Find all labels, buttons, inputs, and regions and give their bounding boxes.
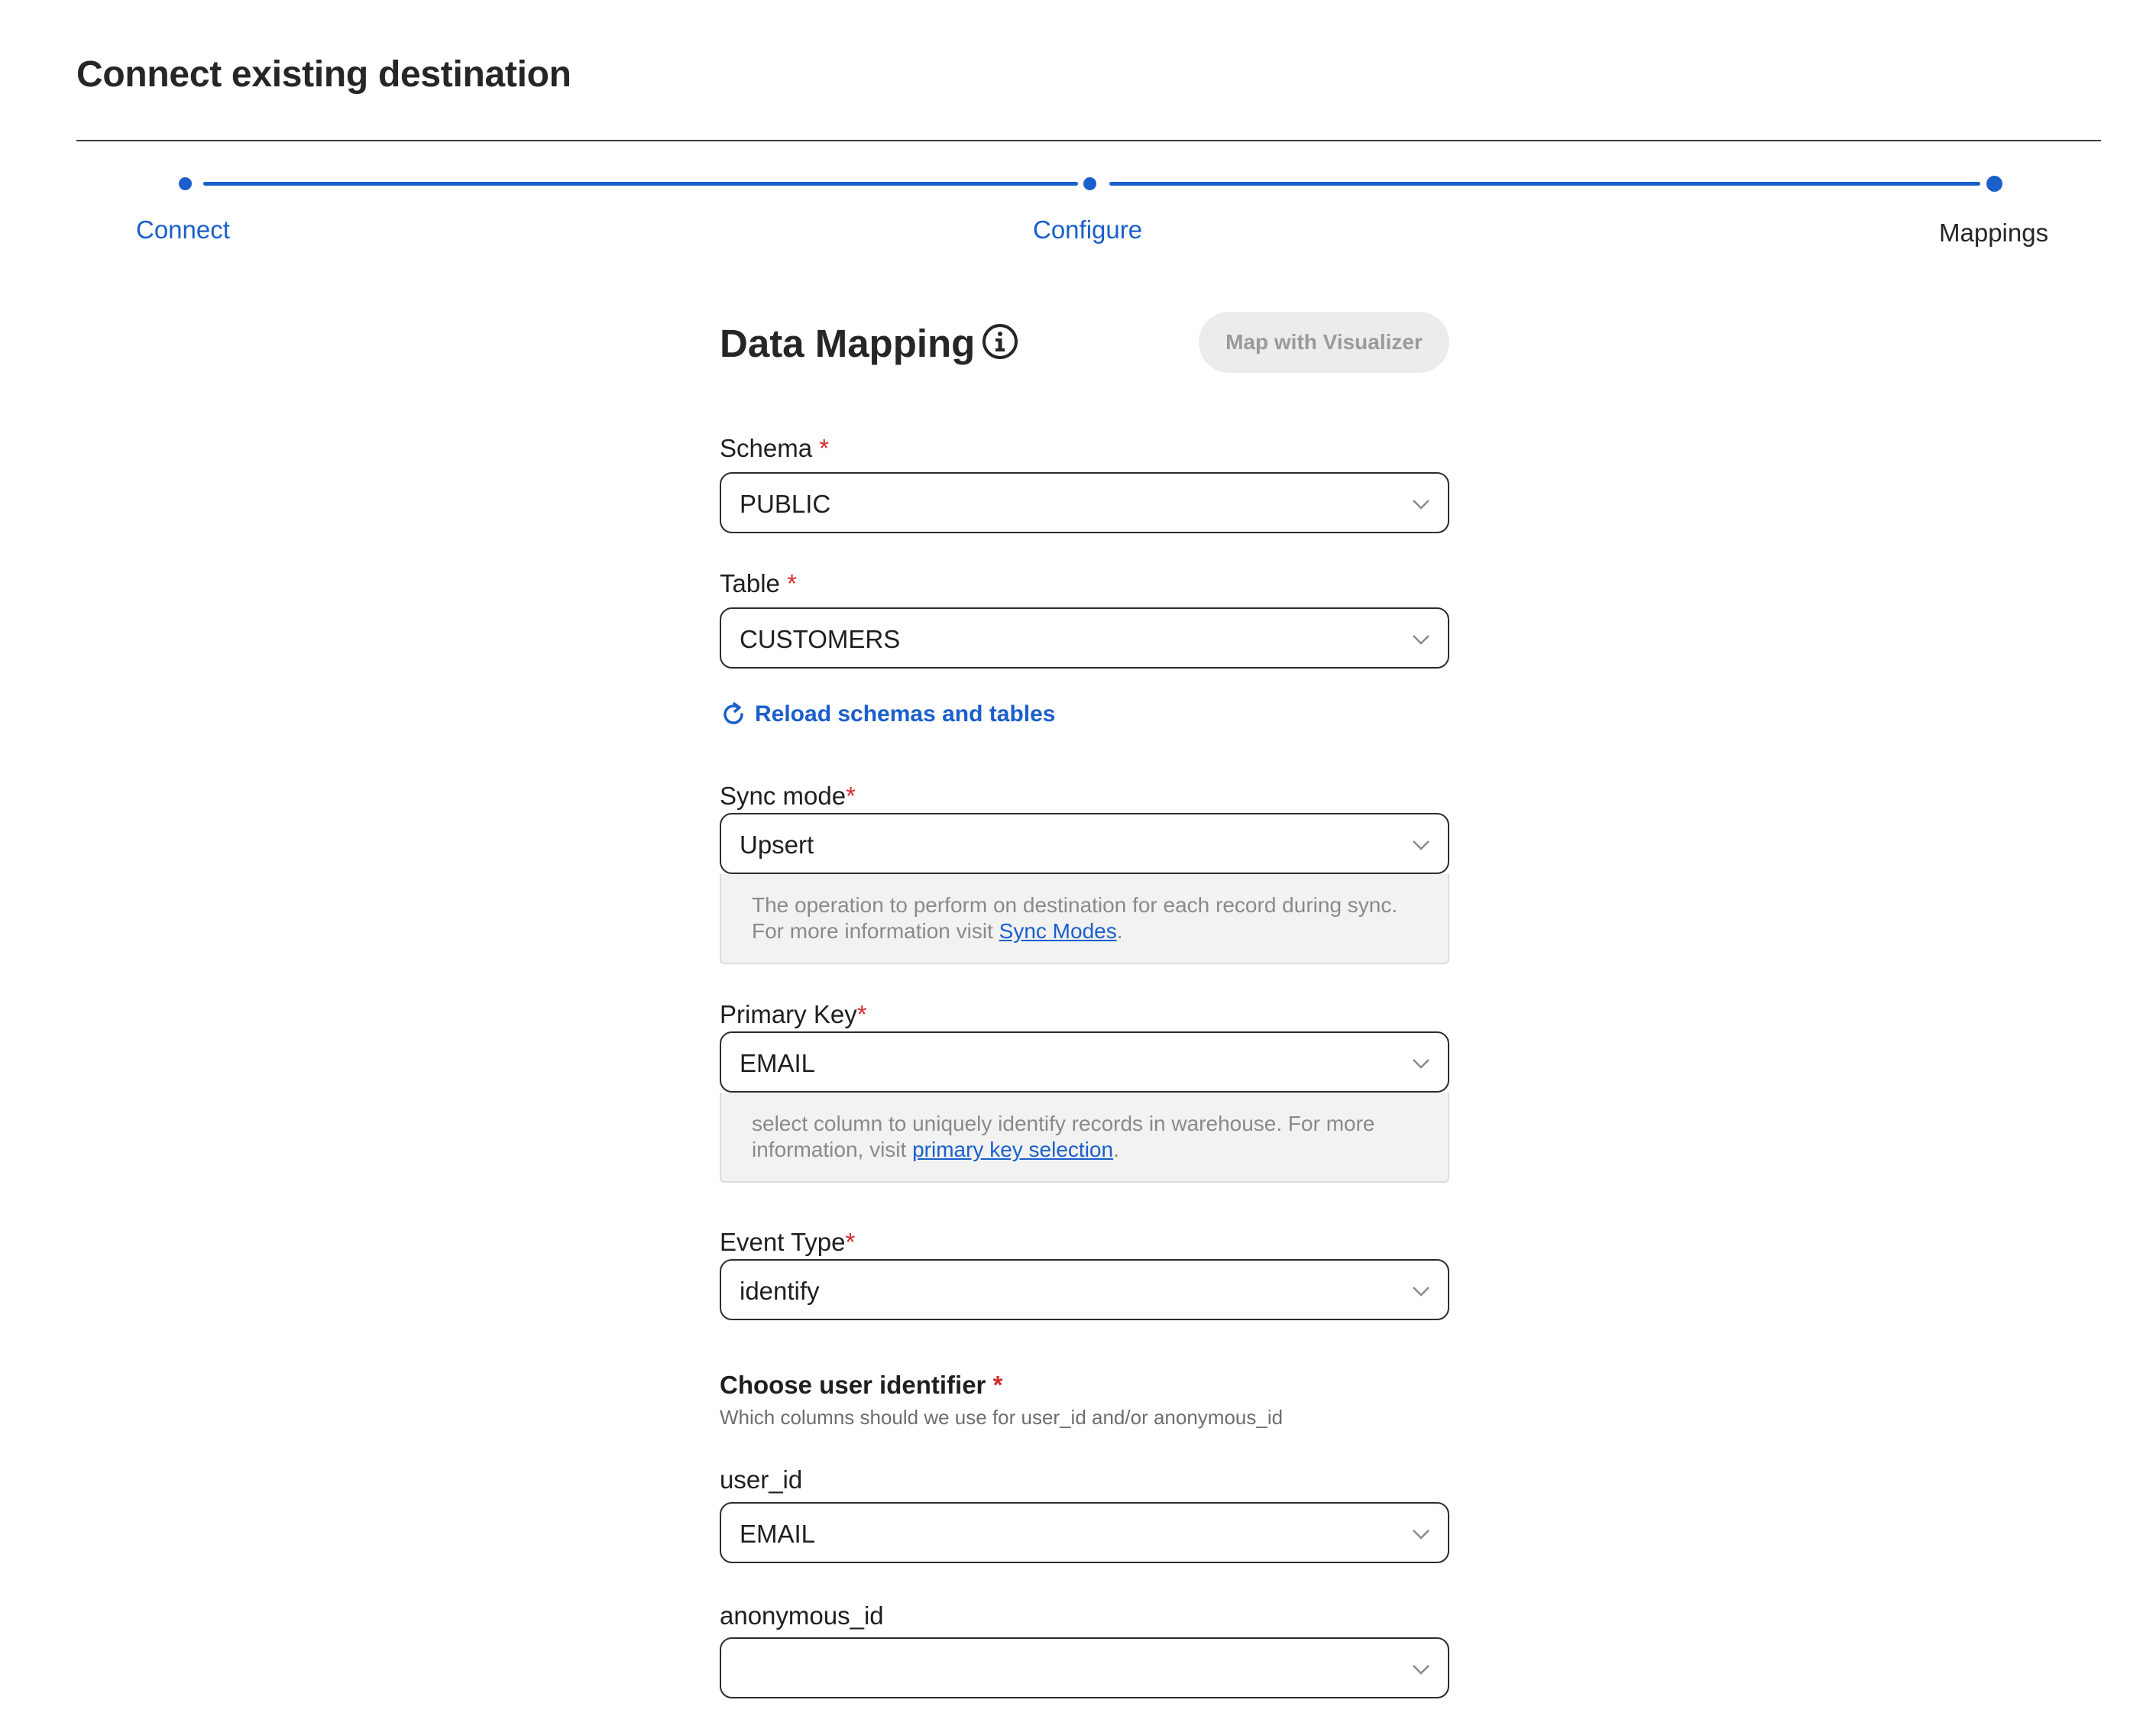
required-mark: *	[787, 569, 797, 597]
sync-mode-helper: The operation to perform on destination …	[720, 874, 1449, 964]
anonymous-id-select[interactable]	[720, 1637, 1449, 1698]
step-label-connect[interactable]: Connect	[136, 215, 230, 244]
user-id-label: user_id	[720, 1465, 803, 1494]
required-mark: *	[819, 434, 830, 462]
reload-schemas-button[interactable]: Reload schemas and tables	[720, 699, 1056, 730]
schema-label: Schema *	[720, 434, 830, 462]
primary-key-helper: select column to uniquely identify recor…	[720, 1093, 1449, 1183]
primary-key-label: Primary Key*	[720, 1000, 867, 1028]
primary-key-select-value: EMAIL	[740, 1049, 816, 1077]
chevron-down-icon	[1413, 840, 1429, 850]
data-mapping-header: Data Mapping Map with Visualizer	[720, 312, 1449, 373]
sync-modes-link[interactable]: Sync Modes	[999, 919, 1117, 943]
section-title: Data Mapping	[720, 322, 976, 365]
chevron-down-icon	[1413, 1287, 1429, 1297]
sync-mode-select[interactable]: Upsert	[720, 813, 1449, 874]
required-mark: *	[845, 1228, 856, 1256]
map-with-visualizer-button[interactable]: Map with Visualizer	[1199, 312, 1449, 373]
sync-mode-label: Sync mode*	[720, 782, 856, 810]
chevron-down-icon	[1413, 1665, 1429, 1675]
user-id-select[interactable]: EMAIL	[720, 1502, 1449, 1563]
connect-destination-page: Connect existing destination Connect Con…	[0, 0, 2156, 1729]
sync-mode-select-value: Upsert	[740, 831, 814, 859]
step-dot-configure[interactable]	[1083, 177, 1096, 190]
step-label-configure[interactable]: Configure	[1033, 215, 1142, 244]
table-select-value: CUSTOMERS	[740, 625, 901, 653]
table-select[interactable]: CUSTOMERS	[720, 607, 1449, 669]
required-mark: *	[846, 782, 856, 810]
primary-key-select[interactable]: EMAIL	[720, 1031, 1449, 1093]
user-identifier-title: Choose user identifier *	[720, 1371, 1003, 1399]
reload-label: Reload schemas and tables	[755, 701, 1056, 727]
chevron-down-icon	[1413, 635, 1429, 645]
user-id-select-value: EMAIL	[740, 1520, 816, 1548]
stepper-line-1	[203, 182, 1078, 186]
event-type-select-value: identify	[740, 1277, 820, 1305]
table-label: Table *	[720, 569, 797, 597]
event-type-label: Event Type*	[720, 1228, 856, 1256]
header-divider	[76, 140, 2101, 141]
stepper-line-2	[1109, 182, 1980, 186]
chevron-down-icon	[1413, 1530, 1429, 1540]
chevron-down-icon	[1413, 500, 1429, 510]
page-title: Connect existing destination	[76, 54, 571, 95]
refresh-icon	[724, 702, 743, 724]
primary-key-selection-link[interactable]: primary key selection	[912, 1138, 1113, 1161]
anonymous-id-label: anonymous_id	[720, 1601, 884, 1630]
chevron-down-icon	[1413, 1059, 1429, 1069]
step-label-mappings: Mappings	[1939, 219, 2049, 247]
required-mark: *	[992, 1371, 1003, 1399]
step-dot-connect[interactable]	[179, 177, 192, 190]
step-dot-mappings	[1986, 176, 2002, 192]
user-identifier-subtitle: Which columns should we use for user_id …	[720, 1406, 1284, 1429]
event-type-select[interactable]: identify	[720, 1259, 1449, 1320]
schema-select[interactable]: PUBLIC	[720, 472, 1449, 533]
info-circle-icon[interactable]	[981, 322, 1019, 361]
schema-select-value: PUBLIC	[740, 490, 831, 518]
required-mark: *	[856, 1000, 867, 1028]
